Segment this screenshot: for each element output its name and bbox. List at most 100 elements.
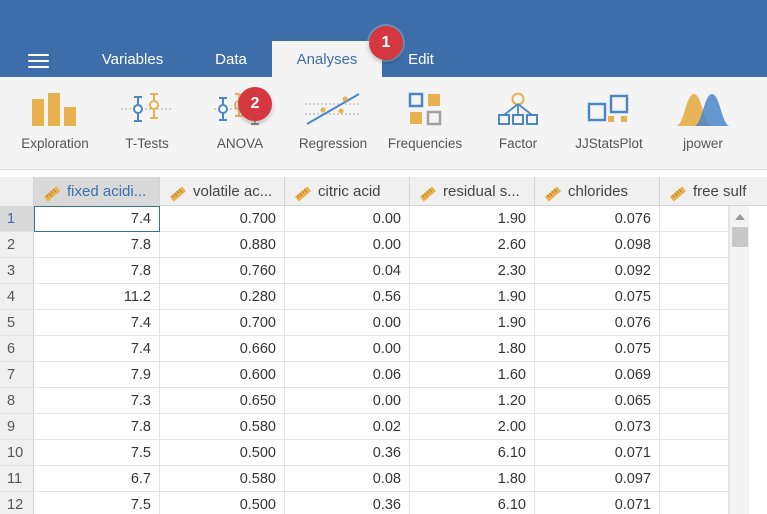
hamburger-menu-icon[interactable] <box>28 54 49 68</box>
row-number[interactable]: 8 <box>0 388 34 414</box>
table-cell[interactable]: 0.500 <box>160 492 285 514</box>
table-cell[interactable]: 0.065 <box>535 388 660 414</box>
row-number[interactable]: 3 <box>0 258 34 284</box>
table-cell[interactable]: 0.600 <box>160 362 285 388</box>
table-cell[interactable]: 0.02 <box>285 414 410 440</box>
table-cell[interactable]: 0.56 <box>285 284 410 310</box>
column-header[interactable]: free sulf <box>660 177 767 206</box>
row-number[interactable]: 11 <box>0 466 34 492</box>
table-cell[interactable]: 0.075 <box>535 336 660 362</box>
frequencies-button[interactable]: Frequencies <box>384 77 466 169</box>
row-number[interactable]: 10 <box>0 440 34 466</box>
table-cell[interactable]: 0.06 <box>285 362 410 388</box>
column-header[interactable]: citric acid <box>285 177 410 206</box>
table-cell[interactable]: 2.60 <box>410 232 535 258</box>
table-cell[interactable]: 7.8 <box>34 232 160 258</box>
table-cell[interactable] <box>660 362 729 388</box>
table-cell[interactable]: 0.700 <box>160 310 285 336</box>
column-header[interactable]: volatile ac... <box>160 177 285 206</box>
table-cell[interactable]: 7.4 <box>34 336 160 362</box>
row-number[interactable]: 5 <box>0 310 34 336</box>
table-cell[interactable] <box>660 258 729 284</box>
scroll-up-arrow-icon[interactable] <box>735 214 745 220</box>
table-cell[interactable]: 7.4 <box>34 206 160 232</box>
table-cell[interactable]: 0.00 <box>285 232 410 258</box>
table-cell[interactable]: 0.500 <box>160 440 285 466</box>
regression-button[interactable]: Regression <box>292 77 374 169</box>
factor-button[interactable]: Factor <box>480 77 556 169</box>
table-cell[interactable]: 7.8 <box>34 258 160 284</box>
table-cell[interactable] <box>660 466 729 492</box>
row-number[interactable]: 9 <box>0 414 34 440</box>
row-number[interactable]: 4 <box>0 284 34 310</box>
row-number[interactable]: 12 <box>0 492 34 514</box>
table-cell[interactable]: 0.076 <box>535 310 660 336</box>
anova-button[interactable]: ANOVA <box>200 77 280 169</box>
table-cell[interactable]: 0.073 <box>535 414 660 440</box>
row-number[interactable]: 1 <box>0 206 34 232</box>
table-cell[interactable]: 1.90 <box>410 206 535 232</box>
table-cell[interactable] <box>660 232 729 258</box>
table-cell[interactable] <box>660 492 729 514</box>
table-cell[interactable] <box>660 284 729 310</box>
table-cell[interactable]: 7.5 <box>34 440 160 466</box>
table-cell[interactable] <box>660 414 729 440</box>
table-cell[interactable] <box>660 388 729 414</box>
table-cell[interactable]: 7.5 <box>34 492 160 514</box>
column-header[interactable]: fixed acidi... <box>34 177 160 206</box>
table-cell[interactable]: 0.071 <box>535 492 660 514</box>
table-cell[interactable]: 2.30 <box>410 258 535 284</box>
table-cell[interactable] <box>660 206 729 232</box>
table-cell[interactable]: 0.097 <box>535 466 660 492</box>
table-cell[interactable]: 0.580 <box>160 466 285 492</box>
table-cell[interactable]: 7.3 <box>34 388 160 414</box>
table-cell[interactable]: 1.90 <box>410 310 535 336</box>
table-cell[interactable]: 2.00 <box>410 414 535 440</box>
table-cell[interactable]: 0.00 <box>285 310 410 336</box>
vertical-scrollbar[interactable] <box>729 206 749 514</box>
tab-data[interactable]: Data <box>190 41 272 77</box>
scrollbar-thumb[interactable] <box>732 227 748 247</box>
table-cell[interactable]: 6.10 <box>410 440 535 466</box>
table-cell[interactable]: 0.660 <box>160 336 285 362</box>
table-cell[interactable]: 6.7 <box>34 466 160 492</box>
jjstatsplot-button[interactable]: JJStatsPlot <box>570 77 648 169</box>
table-cell[interactable]: 0.08 <box>285 466 410 492</box>
table-cell[interactable] <box>660 336 729 362</box>
table-cell[interactable]: 0.650 <box>160 388 285 414</box>
table-cell[interactable]: 1.80 <box>410 336 535 362</box>
table-cell[interactable] <box>660 310 729 336</box>
row-number[interactable]: 2 <box>0 232 34 258</box>
tab-analyses[interactable]: Analyses <box>272 41 382 77</box>
jpower-button[interactable]: jpower <box>664 77 742 169</box>
table-cell[interactable]: 0.092 <box>535 258 660 284</box>
tab-variables[interactable]: Variables <box>80 41 185 77</box>
table-cell[interactable] <box>660 440 729 466</box>
table-cell[interactable]: 0.00 <box>285 336 410 362</box>
table-cell[interactable]: 0.36 <box>285 492 410 514</box>
corner-cell[interactable] <box>0 177 34 206</box>
table-cell[interactable]: 0.00 <box>285 388 410 414</box>
t-tests-button[interactable]: T-Tests <box>108 77 186 169</box>
table-cell[interactable]: 0.098 <box>535 232 660 258</box>
table-cell[interactable]: 0.076 <box>535 206 660 232</box>
table-cell[interactable]: 11.2 <box>34 284 160 310</box>
row-number[interactable]: 7 <box>0 362 34 388</box>
table-cell[interactable]: 0.00 <box>285 206 410 232</box>
table-cell[interactable]: 7.4 <box>34 310 160 336</box>
table-cell[interactable]: 0.280 <box>160 284 285 310</box>
table-cell[interactable]: 7.8 <box>34 414 160 440</box>
table-cell[interactable]: 0.36 <box>285 440 410 466</box>
table-cell[interactable]: 6.10 <box>410 492 535 514</box>
table-cell[interactable]: 1.90 <box>410 284 535 310</box>
column-header[interactable]: chlorides <box>535 177 660 206</box>
table-cell[interactable]: 1.60 <box>410 362 535 388</box>
table-cell[interactable]: 0.071 <box>535 440 660 466</box>
row-number[interactable]: 6 <box>0 336 34 362</box>
table-cell[interactable]: 0.04 <box>285 258 410 284</box>
table-cell[interactable]: 0.069 <box>535 362 660 388</box>
table-cell[interactable]: 7.9 <box>34 362 160 388</box>
table-cell[interactable]: 0.075 <box>535 284 660 310</box>
table-cell[interactable]: 1.80 <box>410 466 535 492</box>
table-cell[interactable]: 1.20 <box>410 388 535 414</box>
